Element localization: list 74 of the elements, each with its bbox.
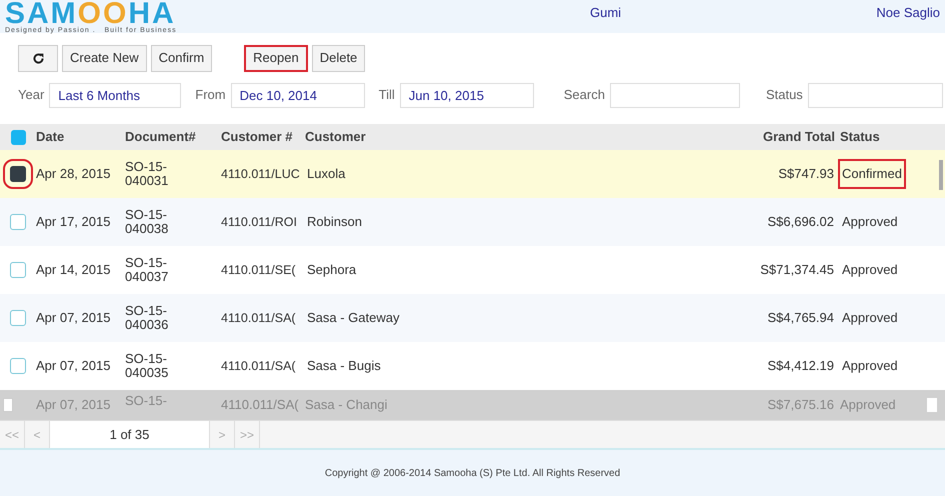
table-cell-text: Apr 17, 2015 (36, 213, 112, 232)
column-header: Status (840, 128, 881, 146)
filter-label: Search (564, 86, 605, 104)
table-cell-text: S$747.93 (777, 165, 835, 184)
table-cell-text: Sephora (306, 261, 358, 280)
table-cell-text: SO-15- 040036 (125, 304, 170, 332)
table-cell-text: SO-15- 040031 (125, 160, 170, 188)
filter-field[interactable]: Dec 10, 2014 (230, 82, 365, 108)
row-checkbox[interactable] (10, 310, 26, 326)
status-cell-text: Approved (841, 357, 899, 376)
filter-field[interactable] (610, 82, 740, 108)
page-indicator: 1 of 35 (50, 421, 210, 448)
table-cell-text: S$7,675.16 (766, 396, 835, 414)
row-checkbox[interactable] (10, 262, 26, 278)
table-cell-text: S$4,412.19 (766, 357, 835, 376)
filter-label: Status (766, 86, 803, 104)
select-all-checkbox[interactable] (10, 130, 26, 144)
table-row[interactable]: Apr 07, 2015 SO-15- 040036 4110.011/SA( Sasa - Gateway S$4,765.94 Approved (0, 294, 945, 342)
logo: SAMOOHA (5, 1, 177, 27)
table-cell-text: S$71,374.45 (759, 261, 835, 280)
table-cell-text: Luxola (306, 165, 346, 184)
toolbar-button[interactable]: Confirm (150, 44, 212, 72)
table-cell-text: SO-15- 040037 (125, 256, 170, 284)
table-cell-text: Approved (840, 396, 897, 414)
scroll-left-button[interactable] (3, 398, 13, 412)
company-link[interactable]: Gumi (590, 3, 622, 22)
column-header: Grand Total (762, 128, 836, 146)
table-cell-text: S$4,765.94 (766, 309, 835, 328)
table-cell-text: 4110.011/LUC (221, 166, 301, 183)
column-header: Document# (125, 128, 197, 146)
column-header: Customer # (221, 128, 294, 146)
row-checkbox[interactable] (10, 358, 26, 374)
filter-field[interactable] (808, 82, 943, 108)
table-cell-text: 4110.011/SA( (221, 358, 297, 375)
table-cell-text: Sasa - Gateway (306, 309, 400, 328)
status-cell: Confirmed (840, 161, 904, 187)
refresh-icon (32, 52, 44, 64)
status-cell-text: Approved (841, 261, 899, 280)
table-cell-text: 4110.011/ROI (221, 214, 298, 231)
table-cell-text: SO-15- 040038 (125, 208, 170, 236)
toolbar-button[interactable]: Reopen (244, 44, 308, 72)
table-cell-text: 4110.011/SA( (221, 396, 300, 414)
table-cell-text: Apr 28, 2015 (36, 165, 112, 184)
row-checkbox[interactable] (10, 214, 26, 230)
toolbar-button[interactable]: Delete (312, 44, 366, 72)
filter-field[interactable]: Last 6 Months (49, 82, 182, 108)
scroll-right-button[interactable] (927, 398, 937, 412)
user-link[interactable]: Noe Saglio (876, 3, 940, 22)
table-cell-text: S$6,696.02 (766, 213, 835, 232)
status-cell-text: Approved (841, 213, 899, 232)
column-header: Date (36, 128, 66, 146)
table-cell-text: Robinson (306, 213, 363, 232)
table-cell-text: Sasa - Changi (305, 396, 388, 414)
refresh-button[interactable] (18, 44, 58, 72)
table-cell-text: 4110.011/SE( (221, 262, 297, 279)
column-header: Customer (305, 128, 367, 146)
filter-label: From (195, 86, 226, 104)
table-cell-text: Apr 07, 2015 (36, 309, 112, 328)
table-cell-text: SO-15- (125, 392, 168, 410)
table-cell-text: Apr 07, 2015 (36, 357, 112, 376)
table-row[interactable]: Apr 28, 2015 SO-15- 040031 4110.011/LUC Luxola S$747.93 Confirmed (0, 150, 945, 198)
table-row[interactable]: Apr 17, 2015 SO-15- 040038 4110.011/ROI Robinson S$6,696.02 Approved (0, 198, 945, 246)
status-cell-text: Approved (841, 309, 899, 328)
filter-label: Year (18, 86, 44, 104)
table-cell-text: SO-15- 040035 (125, 352, 170, 380)
filter-field[interactable]: Jun 10, 2015 (400, 82, 534, 108)
toolbar-button[interactable]: Create New (62, 44, 147, 72)
vertical-scrollbar[interactable] (939, 160, 943, 190)
table-cell-text: Apr 07, 2015 (36, 396, 112, 414)
table-cell-text: Sasa - Bugis (306, 357, 382, 376)
table-cell-text: Apr 14, 2015 (36, 261, 112, 280)
filter-label: Till (378, 86, 395, 104)
table-cell-text: 4110.011/SA( (221, 310, 297, 327)
copyright-text: Copyright @ 2006-2014 Samooha (S) Pte Ltd. All Rights Reserved (324, 466, 620, 480)
